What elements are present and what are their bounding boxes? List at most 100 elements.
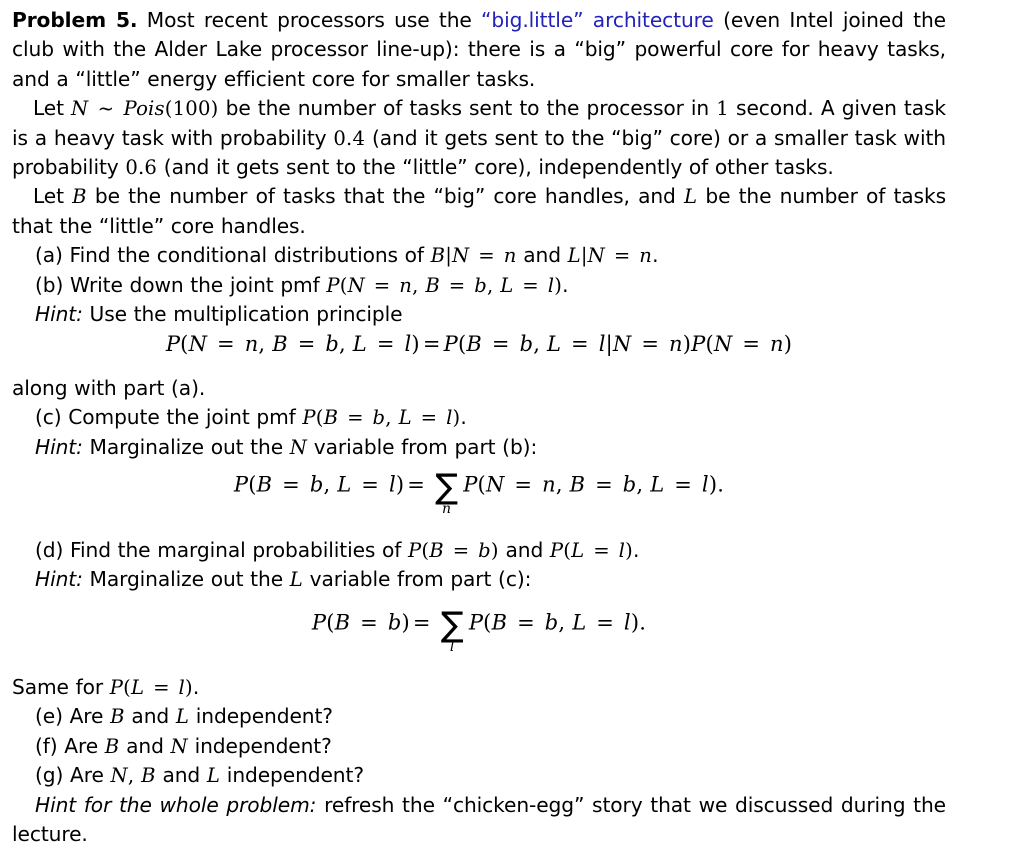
math-e-var-b: B <box>110 705 125 729</box>
math-var-b: B <box>72 185 87 209</box>
document-body-4: Same for P(L = l). (e) Are B and L indep… <box>12 673 946 849</box>
document-body-3: (d) Find the marginal probabilities of P… <box>12 536 946 595</box>
paragraph-let-b-l: Let B be the number of tasks that the “b… <box>12 182 946 241</box>
item-b-label: (b) <box>35 272 64 297</box>
item-a-label: (a) <box>35 243 63 268</box>
same-for-text-1: Same for <box>12 675 110 699</box>
equation-2-rhs: P(N = n, B = b, L = l). <box>463 472 725 497</box>
along-with-text: along with part (a). <box>12 376 206 400</box>
item-e-text-1: Are <box>62 704 111 729</box>
list-item-d: (d) Find the marginal probabilities of P… <box>12 536 946 565</box>
display-equation-1: P(N = n, B = b, L = l) = P(B = b, L = l|N … <box>12 332 946 356</box>
document-body-2: along with part (a). (c) Compute the joi… <box>12 374 946 462</box>
equation-3-lhs: P(B = b) <box>311 610 410 635</box>
item-g-text-1: Are <box>63 763 111 788</box>
item-c-label: (c) <box>35 405 62 430</box>
item-c-text-1: Compute the joint pmf <box>61 405 303 430</box>
math-l-given-n: L|N = n <box>567 244 653 268</box>
let-n-mid-1: be the number of tasks sent to the proce… <box>218 96 717 121</box>
math-f-var-n: N <box>170 734 188 758</box>
math-marginal-l: P(L = l) <box>549 539 633 562</box>
item-g-text-3: independent? <box>220 763 364 788</box>
item-d-text-2: and <box>498 538 550 562</box>
math-b-given-n: B|N = n <box>430 244 517 268</box>
list-item-e: (e) Are B and L independent? <box>12 702 946 731</box>
item-d-text-3: . <box>632 538 640 562</box>
intro-text-before-link: Most recent processors use the <box>137 8 482 32</box>
hint-d: Hint: Marginalize out the L variable fro… <box>12 565 946 594</box>
hint-b-text: Use the multiplication principle <box>82 302 403 327</box>
display-equation-2: P(B = b, L = l) = ∑ n P(N = n, B = b, L = l)… <box>12 467 946 516</box>
math-one-second: 1 <box>716 97 729 121</box>
summation-index-n: n <box>442 501 452 517</box>
hint-b-label: Hint: <box>35 302 83 327</box>
math-var-l-hint: L <box>289 568 303 592</box>
item-d-label: (d) <box>35 538 64 562</box>
math-marginal-l-same: P(L = l) <box>109 676 193 699</box>
display-equation-3: P(B = b) = ∑ l P(B = b, L = l). <box>12 605 946 654</box>
equation-1-relation: = <box>422 332 441 356</box>
math-g-vars-nb: N, B <box>110 764 156 788</box>
item-f-text-3: independent? <box>187 733 332 758</box>
paragraph-same-for: Same for P(L = l). <box>12 673 946 702</box>
equation-3-rhs: P(B = b, L = l). <box>468 610 647 635</box>
problem-label: Problem 5. <box>12 8 138 32</box>
item-f-text-1: Are <box>57 733 105 758</box>
math-e-var-l: L <box>175 705 190 729</box>
item-f-label: (f) <box>35 733 58 758</box>
math-var-n-hint: N <box>289 435 308 459</box>
item-g-text-2: and <box>155 763 207 788</box>
let-n-prefix: Let <box>33 96 72 121</box>
same-for-text-2: . <box>192 675 200 699</box>
hint-b: Hint: Use the multiplication principle <box>12 300 946 329</box>
item-e-label: (e) <box>35 704 63 729</box>
hint-c-text-2: variable from part (b): <box>307 434 538 459</box>
list-item-a: (a) Find the conditional distributions o… <box>12 241 946 270</box>
paragraph-let-n: Let N ~ Pois(100) be the number of tasks… <box>12 94 946 182</box>
math-marginal-b: P(B = b) <box>408 539 499 562</box>
let-b-prefix: Let <box>33 184 73 209</box>
math-var-l: L <box>683 185 698 209</box>
math-joint-pmf-bl: P(B = b, L = l) <box>302 406 461 430</box>
item-g-label: (g) <box>35 763 64 788</box>
summation-symbol-l: ∑ l <box>440 605 464 654</box>
let-b-mid: be the number of tasks that the “big” co… <box>86 184 684 209</box>
summation-symbol-n: ∑ n <box>435 467 459 516</box>
item-c-text-2: . <box>460 405 467 430</box>
hint-d-label: Hint: <box>35 567 83 592</box>
let-n-tail: (and it gets sent to the “little” core),… <box>157 155 834 180</box>
summation-index-l: l <box>449 639 455 655</box>
hint-c-text-1: Marginalize out the <box>82 434 290 459</box>
item-a-text-3: . <box>652 243 659 268</box>
math-n-pois: N ~ Pois(100) <box>71 97 219 121</box>
math-f-var-b: B <box>104 734 120 758</box>
hint-whole-problem-label: Hint for the whole problem: <box>35 792 317 817</box>
item-b-text-1: Write down the joint pmf <box>63 272 327 297</box>
item-e-text-3: independent? <box>189 704 333 729</box>
math-prob-little: 0.6 <box>125 156 158 180</box>
math-joint-pmf-nbl: P(N = n, B = b, L = l) <box>326 273 563 297</box>
document-page: Problem 5. Most recent processors use th… <box>0 0 1024 855</box>
math-prob-big: 0.4 <box>333 126 366 150</box>
equation-2-lhs: P(B = b, L = l) <box>233 472 405 497</box>
paragraph-along-with: along with part (a). <box>12 374 946 403</box>
equation-2-relation: = <box>407 472 426 497</box>
item-f-text-2: and <box>119 733 171 758</box>
big-little-architecture-link[interactable]: “big.little” architecture <box>481 8 714 32</box>
paragraph-intro: Problem 5. Most recent processors use th… <box>12 6 946 94</box>
item-a-text-1: Find the conditional distributions of <box>62 243 431 268</box>
item-b-text-2: . <box>562 272 569 297</box>
hint-c: Hint: Marginalize out the N variable fro… <box>12 433 946 462</box>
list-item-f: (f) Are B and N independent? <box>12 732 946 761</box>
list-item-c: (c) Compute the joint pmf P(B = b, L = l… <box>12 403 946 432</box>
sigma-glyph: ∑ <box>435 467 459 507</box>
sigma-glyph: ∑ <box>440 605 464 645</box>
item-d-text-1: Find the marginal probabilities of <box>63 538 409 562</box>
item-a-text-2: and <box>516 243 568 268</box>
equation-1-lhs: P(N = n, B = b, L = l) <box>165 332 420 356</box>
hint-whole-problem: Hint for the whole problem: refresh the … <box>12 791 946 850</box>
item-e-text-2: and <box>124 704 176 729</box>
hint-d-text-2: variable from part (c): <box>302 567 532 592</box>
math-g-var-l: L <box>206 764 221 788</box>
list-item-g: (g) Are N, B and L independent? <box>12 761 946 790</box>
